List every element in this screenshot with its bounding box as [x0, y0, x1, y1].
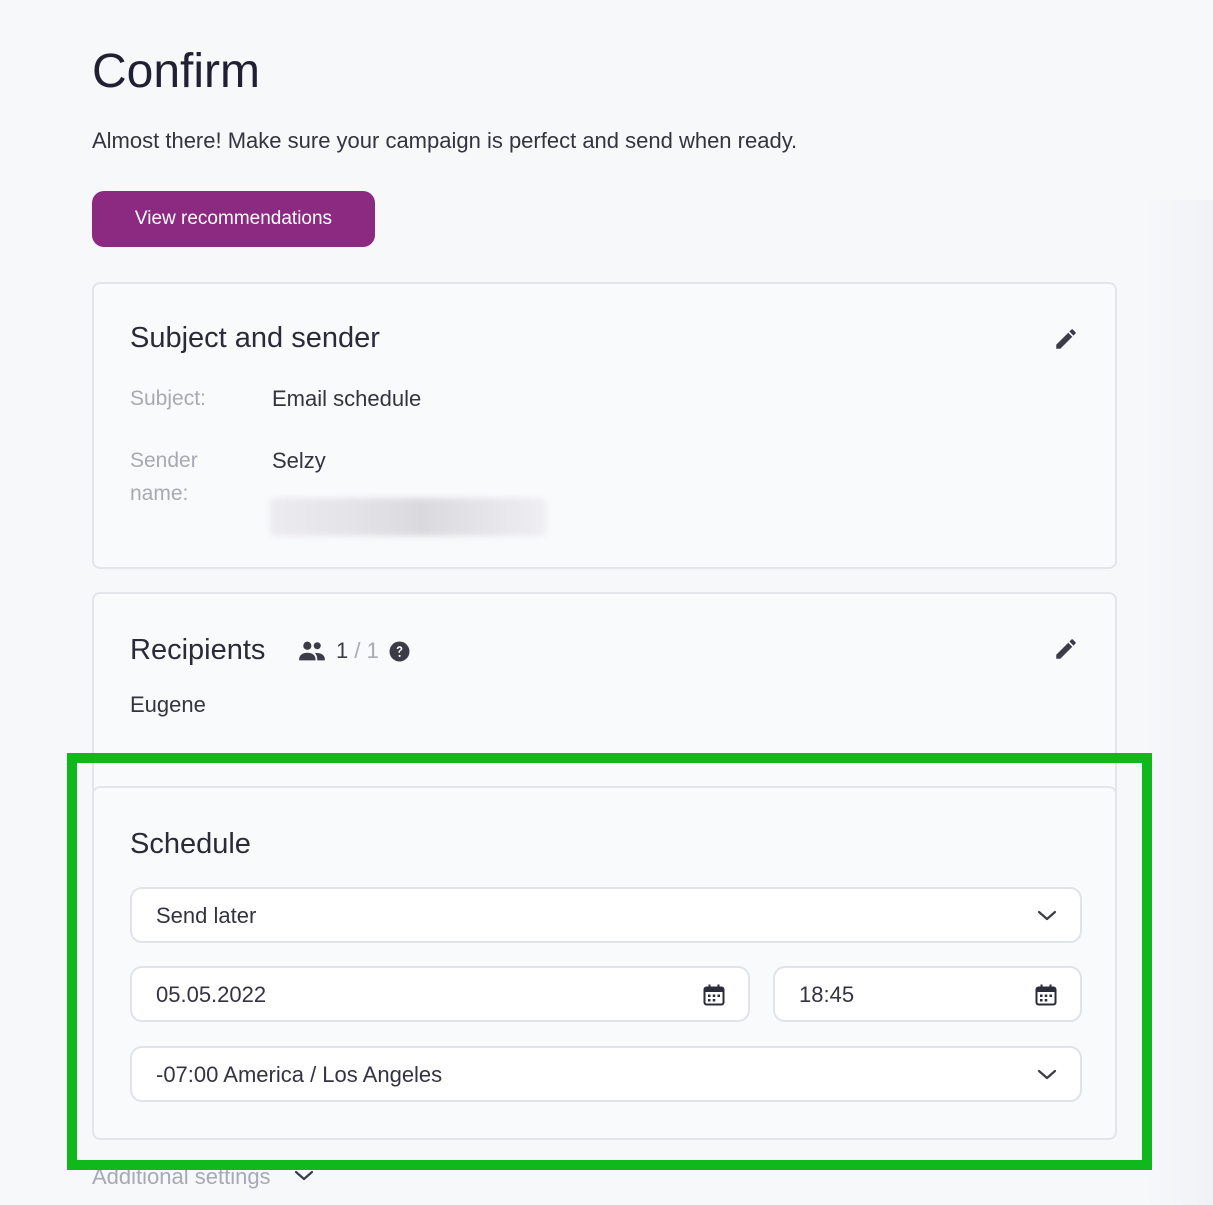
- recipients-count-separator: /: [354, 638, 361, 663]
- timezone-select[interactable]: -07:00 America / Los Angeles: [130, 1046, 1082, 1102]
- recipient-name: Eugene: [130, 692, 206, 717]
- chevron-down-icon: [1037, 910, 1057, 921]
- send-mode-value: Send later: [156, 903, 257, 928]
- recipients-count-text: 1 / 1: [336, 638, 379, 664]
- additional-settings-toggle[interactable]: Additional settings: [92, 1164, 315, 1190]
- timezone-value: -07:00 America / Los Angeles: [156, 1062, 443, 1087]
- calendar-icon[interactable]: [1034, 983, 1058, 1007]
- schedule-card: Schedule Send later 05.05.2022 18:45 -07…: [92, 786, 1117, 1140]
- sender-name-label: Sender name:: [130, 444, 240, 510]
- page-subtitle: Almost there! Make sure your campaign is…: [92, 128, 798, 153]
- pencil-icon[interactable]: [1053, 326, 1079, 352]
- send-mode-select[interactable]: Send later: [130, 887, 1082, 943]
- recipients-count-current: 1: [336, 638, 349, 663]
- time-value: 18:45: [799, 982, 855, 1007]
- recipients-title: Recipients: [130, 634, 266, 666]
- recipients-count-total: 1: [366, 638, 379, 663]
- blurred-sender-email: [270, 498, 546, 536]
- sender-name-value: Selzy: [272, 448, 326, 473]
- view-recommendations-button[interactable]: View recommendations: [92, 191, 375, 247]
- question-circle-icon[interactable]: [389, 641, 410, 662]
- pencil-icon[interactable]: [1053, 636, 1079, 662]
- recipients-card: Recipients 1 / 1 Eugene: [92, 592, 1117, 792]
- schedule-title: Schedule: [130, 828, 251, 860]
- subject-label: Subject:: [130, 387, 206, 410]
- recipients-count: 1 / 1: [298, 636, 410, 666]
- date-value: 05.05.2022: [156, 982, 267, 1007]
- right-edge-shade: [1143, 200, 1213, 1205]
- subject-sender-title: Subject and sender: [130, 322, 380, 354]
- chevron-down-icon: [294, 1170, 313, 1181]
- sender-label-line2: name:: [130, 482, 189, 505]
- additional-settings-label: Additional settings: [92, 1164, 271, 1189]
- date-field[interactable]: 05.05.2022: [130, 966, 750, 1022]
- time-field[interactable]: 18:45: [773, 966, 1082, 1022]
- subject-sender-card: Subject and sender Subject: Email schedu…: [92, 282, 1117, 569]
- calendar-icon[interactable]: [702, 983, 726, 1007]
- sender-label-line1: Sender: [130, 449, 198, 472]
- page-title: Confirm: [92, 45, 261, 98]
- people-icon: [299, 641, 325, 661]
- chevron-down-icon: [1037, 1069, 1057, 1080]
- subject-value: Email schedule: [272, 386, 422, 411]
